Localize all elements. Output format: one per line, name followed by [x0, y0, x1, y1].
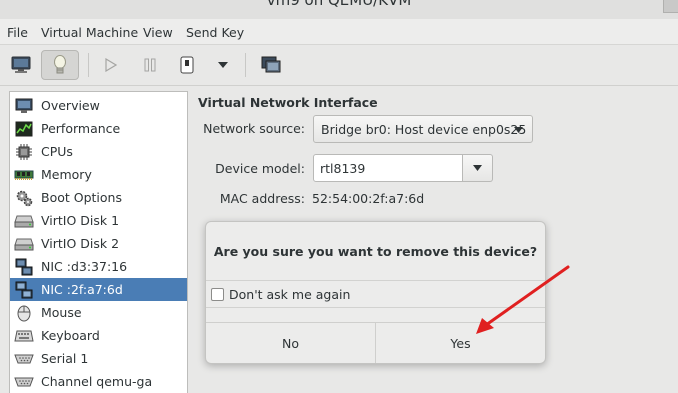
sidebar-item-label: CPUs	[41, 144, 73, 159]
dropdown-arrow-icon	[218, 62, 228, 68]
sidebar-item-boot-options[interactable]: Boot Options	[10, 186, 187, 209]
shutdown-menu-button[interactable]	[212, 50, 234, 80]
sidebar-item-label: Keyboard	[41, 328, 100, 343]
pause-icon	[144, 58, 156, 72]
toolbar-separator	[88, 53, 89, 77]
hard-disk-icon	[13, 212, 35, 230]
sidebar-item-label: NIC :2f:a7:6d	[41, 282, 123, 297]
monitor-icon	[13, 97, 35, 115]
sidebar-item-serial-1[interactable]: Serial 1	[10, 347, 187, 370]
toolbar	[0, 45, 678, 86]
dialog-button-row: No Yes	[206, 322, 545, 363]
mouse-icon	[13, 304, 35, 322]
menu-send-key[interactable]: Send Key	[186, 25, 244, 40]
mac-address-value: 52:54:00:2f:a7:6d	[312, 191, 425, 206]
sidebar-item-label: Serial 1	[41, 351, 89, 366]
dont-ask-checkbox[interactable]	[211, 287, 224, 301]
sidebar-item-overview[interactable]: Overview	[10, 94, 187, 117]
device-model-dropdown-button[interactable]	[463, 154, 493, 182]
play-icon	[105, 58, 117, 72]
sidebar-item-label: Overview	[41, 98, 100, 113]
sidebar-item-cpus[interactable]: CPUs	[10, 140, 187, 163]
window-title: vm9 on QEMU/KVM	[266, 0, 412, 9]
dont-ask-checkbox-row[interactable]: Don't ask me again	[206, 280, 545, 308]
device-model-label: Device model:	[215, 161, 305, 176]
serial-port-icon	[13, 373, 35, 391]
sidebar-item-nic-2f-a7-6d[interactable]: NIC :2f:a7:6d	[10, 278, 187, 301]
sidebar-item-memory[interactable]: Memory	[10, 163, 187, 186]
serial-port-icon	[13, 350, 35, 368]
hard-disk-icon	[13, 235, 35, 253]
sidebar-item-keyboard[interactable]: Keyboard	[10, 324, 187, 347]
console-button[interactable]	[6, 50, 36, 80]
menu-file[interactable]: File	[7, 25, 28, 40]
sidebar-item-label: Mouse	[41, 305, 82, 320]
monitor-icon	[11, 56, 31, 73]
screenshot-icon	[261, 56, 281, 73]
sidebar-item-label: NIC :d3:37:16	[41, 259, 128, 274]
sidebar-item-label: VirtIO Disk 1	[41, 213, 120, 228]
memory-module-icon	[13, 166, 35, 184]
sidebar-item-label: Channel qemu-ga	[41, 374, 153, 389]
sidebar-item-virtio-disk-1[interactable]: VirtIO Disk 1	[10, 209, 187, 232]
run-button[interactable]	[97, 50, 125, 80]
power-icon	[180, 56, 194, 74]
gears-icon	[13, 189, 35, 207]
sidebar-item-nic-d3-37-16[interactable]: NIC :d3:37:16	[10, 255, 187, 278]
sidebar-item-mouse[interactable]: Mouse	[10, 301, 187, 324]
sidebar-item-label: Performance	[41, 121, 121, 136]
sidebar-item-label: Boot Options	[41, 190, 122, 205]
toolbar-separator	[245, 53, 246, 77]
dialog-message: Are you sure you want to remove this dev…	[213, 244, 538, 259]
network-card-icon	[13, 281, 35, 299]
menu-virtual-machine[interactable]: Virtual Machine	[41, 25, 138, 40]
shutdown-button[interactable]	[173, 50, 201, 80]
network-source-select[interactable]: Bridge br0: Host device enp0s25	[313, 115, 533, 143]
sidebar-item-channel-qemu-ga[interactable]: Channel qemu-ga	[10, 370, 187, 393]
hardware-list: Overview Performance CPUs Memory Boot Op…	[9, 91, 188, 393]
chevron-down-icon	[514, 127, 523, 133]
sidebar-item-performance[interactable]: Performance	[10, 117, 187, 140]
window-close-button[interactable]	[663, 0, 678, 13]
dont-ask-label: Don't ask me again	[229, 286, 351, 302]
performance-graph-icon	[13, 120, 35, 138]
network-source-value: Bridge br0: Host device enp0s25	[321, 121, 527, 137]
mac-address-label: MAC address:	[219, 191, 305, 206]
menu-view[interactable]: View	[143, 25, 173, 40]
menu-bar: File Virtual Machine View Send Key	[0, 19, 678, 45]
pause-button[interactable]	[136, 50, 164, 80]
confirm-remove-dialog: Are you sure you want to remove this dev…	[205, 221, 546, 364]
device-model-value: rtl8139	[320, 160, 366, 176]
section-title: Virtual Network Interface	[198, 95, 378, 110]
network-source-label: Network source:	[203, 121, 305, 136]
keyboard-icon	[13, 327, 35, 345]
title-bar: vm9 on QEMU/KVM	[0, 0, 678, 19]
device-model-input[interactable]: rtl8139	[313, 154, 463, 182]
sidebar-item-label: Memory	[41, 167, 92, 182]
cpu-chip-icon	[13, 143, 35, 161]
details-button[interactable]	[41, 50, 79, 80]
sidebar-item-label: VirtIO Disk 2	[41, 236, 120, 251]
network-card-icon	[13, 258, 35, 276]
fullscreen-button[interactable]	[256, 50, 286, 80]
yes-button[interactable]: Yes	[375, 323, 545, 363]
sidebar-item-virtio-disk-2[interactable]: VirtIO Disk 2	[10, 232, 187, 255]
no-button[interactable]: No	[206, 323, 375, 363]
lightbulb-icon	[54, 55, 66, 74]
chevron-down-icon	[473, 165, 482, 171]
